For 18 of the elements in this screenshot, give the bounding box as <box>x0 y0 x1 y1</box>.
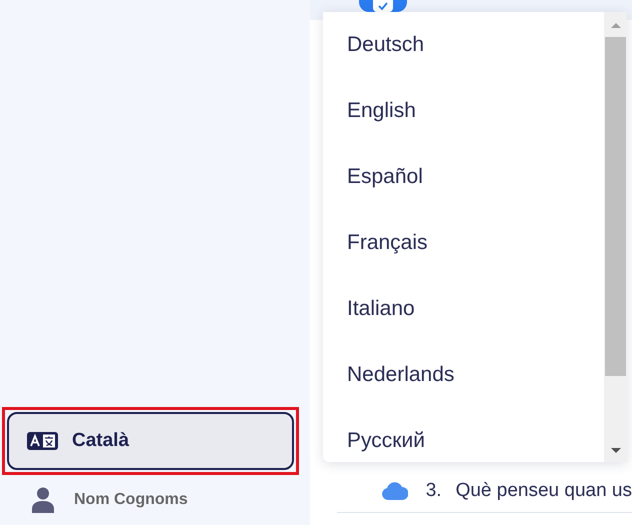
user-icon <box>32 487 54 513</box>
language-option[interactable]: Español <box>323 144 604 210</box>
question-text: Què penseu quan us <box>456 480 632 502</box>
language-option[interactable]: Deutsch <box>323 12 604 78</box>
language-button[interactable]: Català <box>7 412 294 470</box>
translate-icon <box>27 432 58 450</box>
language-option[interactable]: Русский <box>323 408 604 462</box>
language-option[interactable]: Nederlands <box>323 342 604 408</box>
scrollbar[interactable] <box>604 12 627 462</box>
scrollbar-thumb[interactable] <box>605 37 626 376</box>
language-option[interactable]: Italiano <box>323 276 604 342</box>
language-option[interactable]: Français <box>323 210 604 276</box>
cloud-icon <box>382 482 408 500</box>
toggle-switch[interactable] <box>358 0 407 12</box>
user-name: Nom Cognoms <box>74 491 188 509</box>
language-option[interactable]: English <box>323 78 604 144</box>
check-icon <box>378 2 388 10</box>
question-number: 3. <box>426 480 442 502</box>
